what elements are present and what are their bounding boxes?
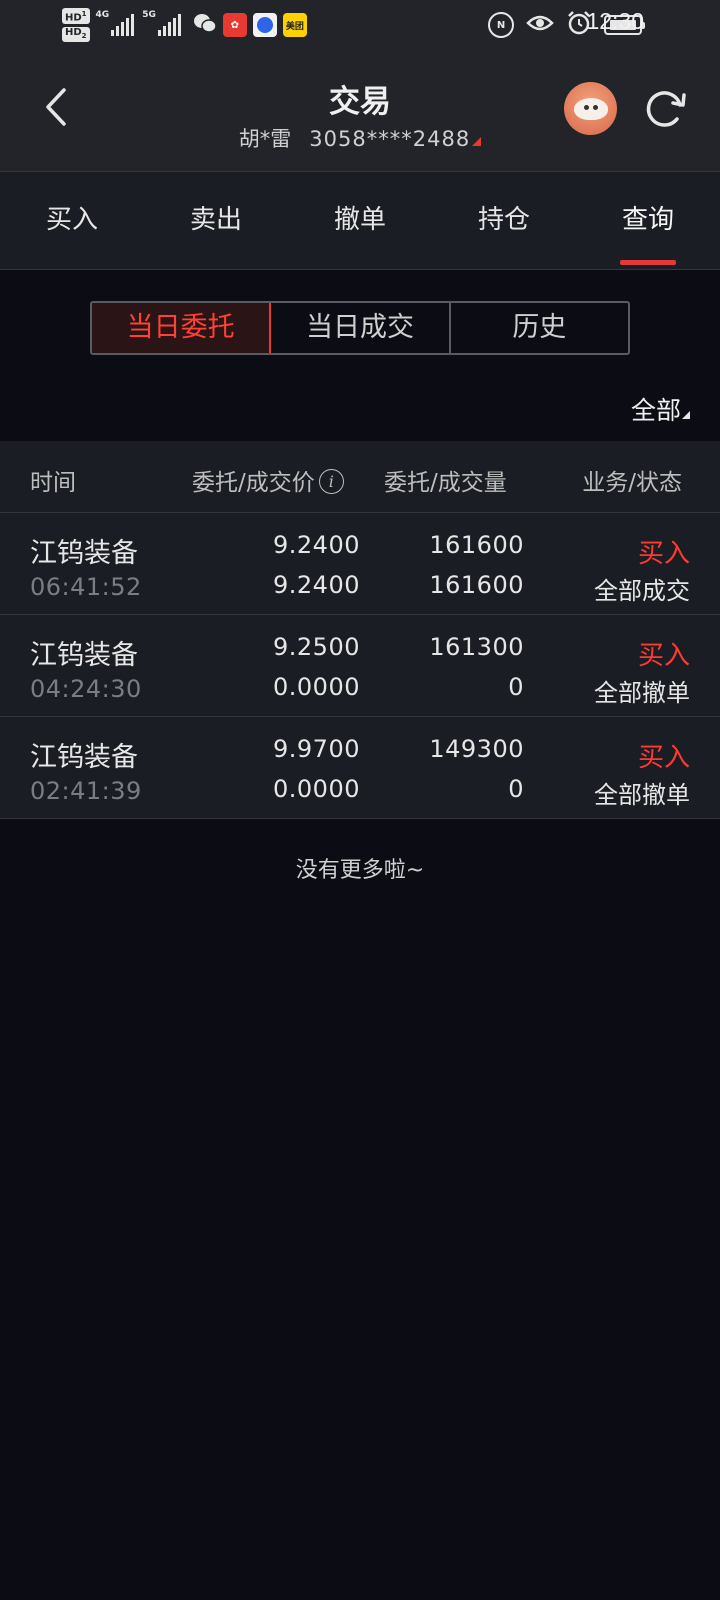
query-filter-area: 当日委托 当日成交 历史 全部 xyxy=(0,271,720,441)
segment-today-orders[interactable]: 当日委托 xyxy=(92,303,272,353)
signal-2-icon xyxy=(157,14,181,36)
order-qty: 161300 xyxy=(429,633,524,661)
network-5g-label: 5G xyxy=(142,10,156,20)
order-status: 全部成交 xyxy=(594,577,690,605)
order-status: 全部撤单 xyxy=(594,679,690,707)
order-time: 02:41:39 xyxy=(30,777,142,805)
refresh-button[interactable] xyxy=(640,83,690,133)
meituan-icon: 美团 xyxy=(282,13,307,37)
hd1-icon: HD1 xyxy=(62,7,90,25)
column-header-price-label: 委托/成交价 xyxy=(192,470,315,496)
order-time: 06:41:52 xyxy=(30,573,142,601)
dropdown-triangle-icon xyxy=(682,411,690,419)
table-row[interactable]: 江钨装备 02:41:39 9.9700 0.0000 149300 0 买入 … xyxy=(0,717,720,819)
table-row[interactable]: 江钨装备 04:24:30 9.2500 0.0000 161300 0 买入 … xyxy=(0,615,720,717)
account-number: 3058****2488 xyxy=(309,127,471,151)
segment-history[interactable]: 历史 xyxy=(451,303,628,353)
signal-1-icon xyxy=(111,14,135,36)
no-more-text: 没有更多啦~ xyxy=(295,858,425,883)
deal-qty: 0 xyxy=(508,673,524,701)
order-time: 04:24:30 xyxy=(30,675,142,703)
order-qty: 161600 xyxy=(429,531,524,559)
deal-price: 0.0000 xyxy=(273,775,360,803)
business-type: 买入 xyxy=(637,539,690,569)
trade-tabs: 买入 卖出 撤单 持仓 查询 xyxy=(0,172,720,270)
app-red-icon: ✿ xyxy=(222,13,247,37)
order-price: 9.2500 xyxy=(273,633,360,661)
nfc-icon: N xyxy=(488,12,514,38)
tab-positions[interactable]: 持仓 xyxy=(432,172,576,269)
stock-name: 江钨装备 xyxy=(30,538,138,569)
column-header-qty: 委托/成交量 xyxy=(384,470,507,496)
tab-cancel[interactable]: 撤单 xyxy=(288,172,432,269)
order-price: 9.2400 xyxy=(273,531,360,559)
network-4g-label: 4G xyxy=(95,10,110,20)
hd2-icon: HD2 xyxy=(62,27,90,43)
tab-sell[interactable]: 卖出 xyxy=(144,172,288,269)
refresh-icon xyxy=(646,91,686,127)
wechat-icon xyxy=(193,12,217,39)
deal-qty: 0 xyxy=(508,775,524,803)
column-header-price: 委托/成交价 i xyxy=(192,463,344,497)
query-segmented-control: 当日委托 当日成交 历史 xyxy=(90,301,630,355)
deal-qty: 161600 xyxy=(429,571,524,599)
account-switcher[interactable]: 胡*雷 3058****2488 xyxy=(0,123,720,153)
order-price: 9.9700 xyxy=(273,735,360,763)
segment-today-deals[interactable]: 当日成交 xyxy=(271,303,451,353)
column-header-status: 业务/状态 xyxy=(582,470,682,496)
deal-price: 9.2400 xyxy=(273,571,360,599)
business-type: 买入 xyxy=(637,641,690,671)
filter-label: 全部 xyxy=(630,396,681,425)
avatar[interactable] xyxy=(564,82,617,135)
eye-icon xyxy=(526,13,554,37)
account-dropdown-icon xyxy=(472,137,482,146)
account-name: 胡*雷 xyxy=(238,127,292,151)
status-left-icons: HD1 HD2 4G 5G ✿ 美团 xyxy=(62,6,307,44)
filter-dropdown[interactable]: 全部 xyxy=(631,391,690,427)
order-qty: 149300 xyxy=(429,735,524,763)
status-time: 12:30 xyxy=(586,8,644,34)
tab-buy[interactable]: 买入 xyxy=(0,172,144,269)
status-bar: HD1 HD2 4G 5G ✿ 美团 N 12:30 xyxy=(0,0,720,50)
tab-query[interactable]: 查询 xyxy=(576,172,720,269)
info-icon[interactable]: i xyxy=(318,469,344,494)
table-row[interactable]: 江钨装备 06:41:52 9.2400 9.2400 161600 16160… xyxy=(0,513,720,615)
app-header: 交易 胡*雷 3058****2488 xyxy=(0,50,720,172)
business-type: 买入 xyxy=(637,743,690,773)
hd-indicators: HD1 HD2 xyxy=(62,7,90,43)
app-blue-icon xyxy=(252,13,277,37)
table-header: 时间 委托/成交价 i 委托/成交量 业务/状态 xyxy=(0,441,720,513)
column-header-time: 时间 xyxy=(30,470,76,496)
order-status: 全部撤单 xyxy=(594,781,690,809)
stock-name: 江钨装备 xyxy=(30,640,138,671)
stock-name: 江钨装备 xyxy=(30,742,138,773)
deal-price: 0.0000 xyxy=(273,673,360,701)
